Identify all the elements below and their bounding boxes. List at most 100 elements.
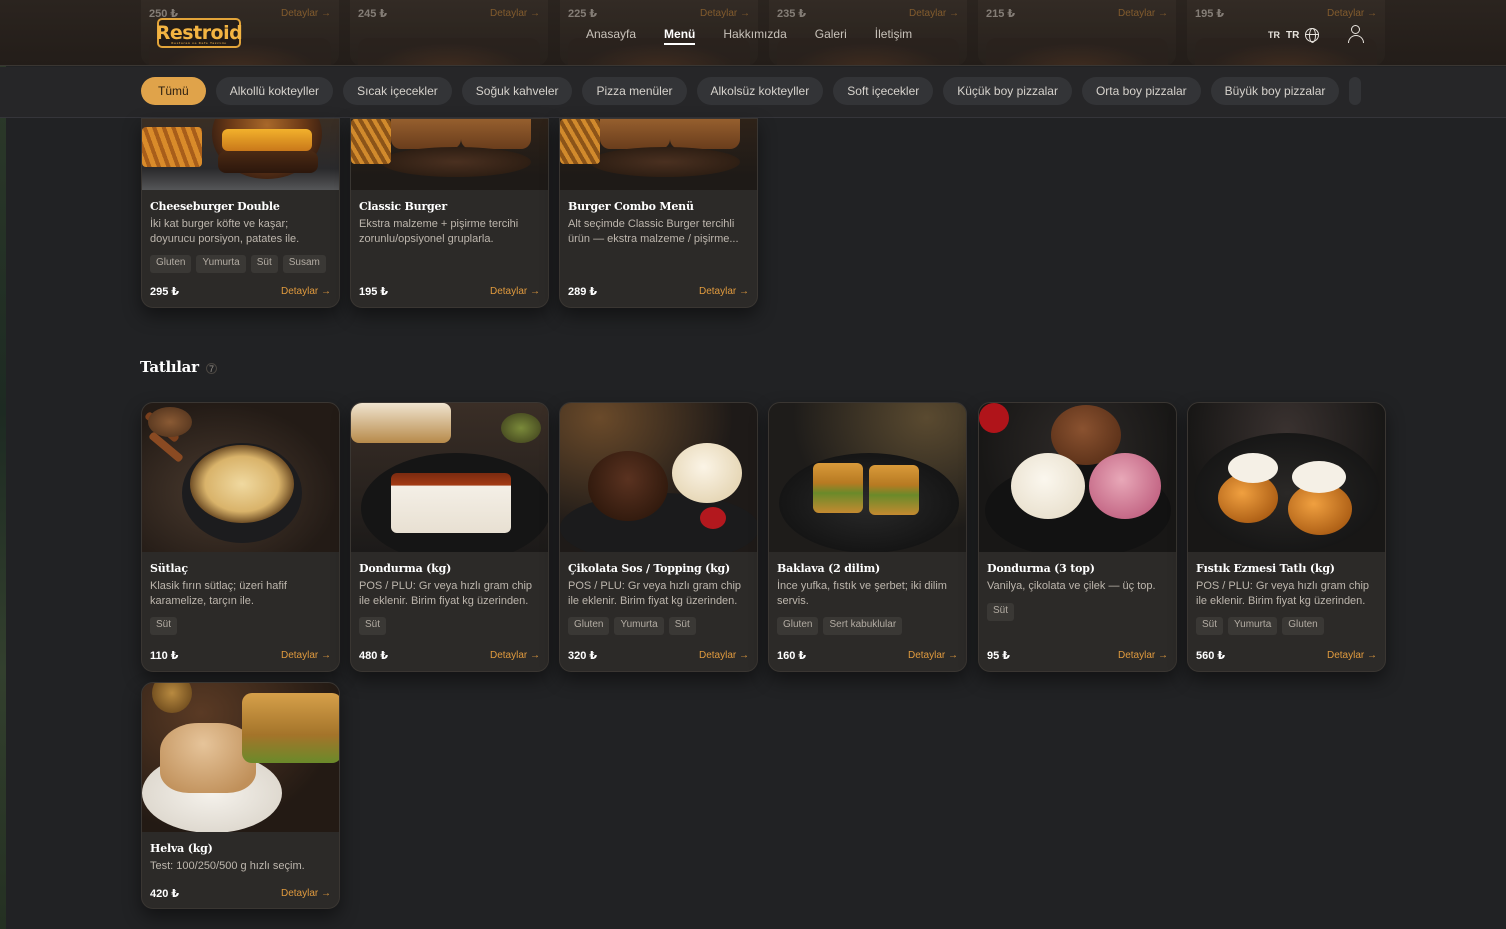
product-price: 95 ₺	[987, 650, 1010, 662]
allergen-tag: Süt	[150, 617, 178, 635]
menu-card[interactable]: Dondurma (3 top) Vanilya, çikolata ve çi…	[978, 402, 1177, 672]
ghost-details-link[interactable]: Detaylar →	[281, 8, 331, 19]
category-chip-more[interactable]	[1349, 77, 1362, 105]
details-link[interactable]: Detaylar →	[490, 286, 540, 297]
nav-link-home[interactable]: Anasayfa	[586, 27, 636, 45]
menu-card[interactable]: Burger Combo Menü Alt seçimde Classic Bu…	[559, 118, 758, 308]
details-link[interactable]: Detaylar →	[281, 286, 331, 297]
product-image	[979, 403, 1176, 552]
product-title: Burger Combo Menü	[568, 200, 694, 213]
menu-card[interactable]: Sütlaç Klasik fırın sütlaç; üzeri hafif …	[141, 402, 340, 672]
product-title: Dondurma (3 top)	[987, 562, 1095, 575]
product-price: 289 ₺	[568, 286, 598, 298]
details-link[interactable]: Detaylar →	[699, 286, 749, 297]
product-title: Sütlaç	[150, 562, 188, 575]
product-title: Cheeseburger Double	[150, 200, 280, 213]
product-description: POS / PLU: Gr veya hızlı gram chip ile e…	[568, 580, 742, 607]
details-link[interactable]: Detaylar →	[699, 650, 749, 661]
nav-link-contact[interactable]: İletişim	[875, 27, 912, 45]
user-icon[interactable]	[1347, 25, 1364, 43]
category-chip[interactable]: Soft içecekler	[833, 77, 934, 105]
product-description: İnce yufka, fıstık ve şerbet; iki dilim …	[777, 580, 947, 607]
category-bar: Tümü Alkollü kokteyller Sıcak içecekler …	[0, 67, 1506, 118]
ghost-price: 215 ₺	[986, 8, 1016, 20]
product-title: Helva (kg)	[150, 842, 213, 855]
allergen-tag: Süt	[668, 617, 696, 635]
card-body: Çikolata Sos / Topping (kg) POS / PLU: G…	[560, 552, 757, 635]
details-link[interactable]: Detaylar →	[1118, 650, 1168, 661]
allergen-tag: Süt	[987, 603, 1015, 621]
product-price: 295 ₺	[150, 286, 180, 298]
menu-card[interactable]: Fıstık Ezmesi Tatlı (kg) POS / PLU: Gr v…	[1187, 402, 1386, 672]
product-title: Çikolata Sos / Topping (kg)	[568, 562, 731, 575]
ghost-price: 235 ₺	[777, 8, 807, 20]
ghost-details-link[interactable]: Detaylar →	[909, 8, 959, 19]
category-chip[interactable]: Alkolsüz kokteyller	[696, 77, 824, 105]
allergen-tags: Süt	[150, 617, 331, 635]
allergen-tag: Yumurta	[196, 255, 246, 273]
allergen-tag: Süt	[1196, 617, 1224, 635]
ghost-price: 225 ₺	[568, 8, 598, 20]
category-chip[interactable]: Orta boy pizzalar	[1081, 77, 1201, 105]
menu-card[interactable]: Cheeseburger Double İki kat burger köfte…	[141, 118, 340, 308]
product-price: 320 ₺	[568, 650, 598, 662]
product-title: Fıstık Ezmesi Tatlı (kg)	[1196, 562, 1335, 575]
allergen-tag: Gluten	[777, 617, 819, 635]
product-image	[1188, 403, 1385, 552]
menu-card[interactable]: Dondurma (kg) POS / PLU: Gr veya hızlı g…	[350, 402, 549, 672]
card-body: Fıstık Ezmesi Tatlı (kg) POS / PLU: Gr v…	[1188, 552, 1385, 635]
menu-card[interactable]: Baklava (2 dilim) İnce yufka, fıstık ve …	[768, 402, 967, 672]
product-image	[351, 403, 548, 552]
product-price: 560 ₺	[1196, 650, 1226, 662]
globe-icon[interactable]	[1305, 28, 1320, 43]
nav-link-gallery[interactable]: Galeri	[815, 27, 847, 45]
card-body: Dondurma (kg) POS / PLU: Gr veya hızlı g…	[351, 552, 548, 635]
ghost-card: 215 ₺ Detaylar →	[978, 0, 1176, 65]
menu-card[interactable]: Çikolata Sos / Topping (kg) POS / PLU: G…	[559, 402, 758, 672]
product-description: Klasik fırın sütlaç; üzeri hafif karamel…	[150, 580, 287, 607]
details-link[interactable]: Detaylar →	[490, 650, 540, 661]
allergen-tag: Gluten	[1282, 617, 1324, 635]
menu-card[interactable]: Helva (kg) Test: 100/250/500 g hızlı seç…	[141, 682, 340, 909]
site-logo[interactable]: Restroid Restoran ve Kafe Yazılımı	[156, 18, 243, 48]
product-description: Alt seçimde Classic Burger tercihli ürün…	[568, 218, 739, 245]
product-title: Baklava (2 dilim)	[777, 562, 881, 575]
menu-card[interactable]: Classic Burger Ekstra malzeme + pişirme …	[350, 118, 549, 308]
product-title: Dondurma (kg)	[359, 562, 452, 575]
details-link[interactable]: Detaylar →	[908, 650, 958, 661]
nav-link-menu[interactable]: Menü	[664, 27, 696, 45]
product-price: 160 ₺	[777, 650, 807, 662]
ghost-details-link[interactable]: Detaylar →	[1327, 8, 1377, 19]
details-link[interactable]: Detaylar →	[281, 888, 331, 899]
allergen-tag: Süt	[250, 255, 278, 273]
ghost-details-link[interactable]: Detaylar →	[1118, 8, 1168, 19]
category-chip[interactable]: Pizza menüler	[582, 77, 687, 105]
category-chip[interactable]: Büyük boy pizzalar	[1210, 77, 1340, 105]
product-price: 420 ₺	[150, 888, 180, 900]
language-switcher[interactable]: TR TR	[1268, 28, 1320, 43]
product-description: POS / PLU: Gr veya hızlı gram chip ile e…	[359, 580, 533, 607]
product-image	[142, 119, 339, 190]
language-code: TR	[1286, 29, 1300, 41]
allergen-tags: Süt	[987, 603, 1168, 621]
product-image	[560, 403, 757, 552]
category-chip-all[interactable]: Tümü	[141, 77, 206, 105]
product-title: Classic Burger	[359, 200, 447, 213]
ghost-details-link[interactable]: Detaylar →	[490, 8, 540, 19]
allergen-tags: Süt	[359, 617, 540, 635]
card-body: Classic Burger Ekstra malzeme + pişirme …	[351, 190, 548, 273]
category-chip[interactable]: Küçük boy pizzalar	[943, 77, 1072, 105]
category-chip[interactable]: Alkollü kokteyller	[215, 77, 334, 105]
category-chip[interactable]: Sıcak içecekler	[343, 77, 452, 105]
allergen-tags: Gluten Sert kabuklular	[777, 617, 958, 635]
logo-tagline: Restoran ve Kafe Yazılımı	[171, 41, 227, 45]
details-link[interactable]: Detaylar →	[281, 650, 331, 661]
details-link[interactable]: Detaylar →	[1327, 650, 1377, 661]
category-chip[interactable]: Soğuk kahveler	[461, 77, 573, 105]
section-title: Tatlılar	[140, 358, 199, 376]
allergen-tag: Yumurta	[1228, 617, 1278, 635]
ghost-details-link[interactable]: Detaylar →	[700, 8, 750, 19]
product-image	[769, 403, 966, 552]
flag-icon: TR	[1268, 30, 1280, 40]
nav-link-about[interactable]: Hakkımızda	[723, 27, 786, 45]
